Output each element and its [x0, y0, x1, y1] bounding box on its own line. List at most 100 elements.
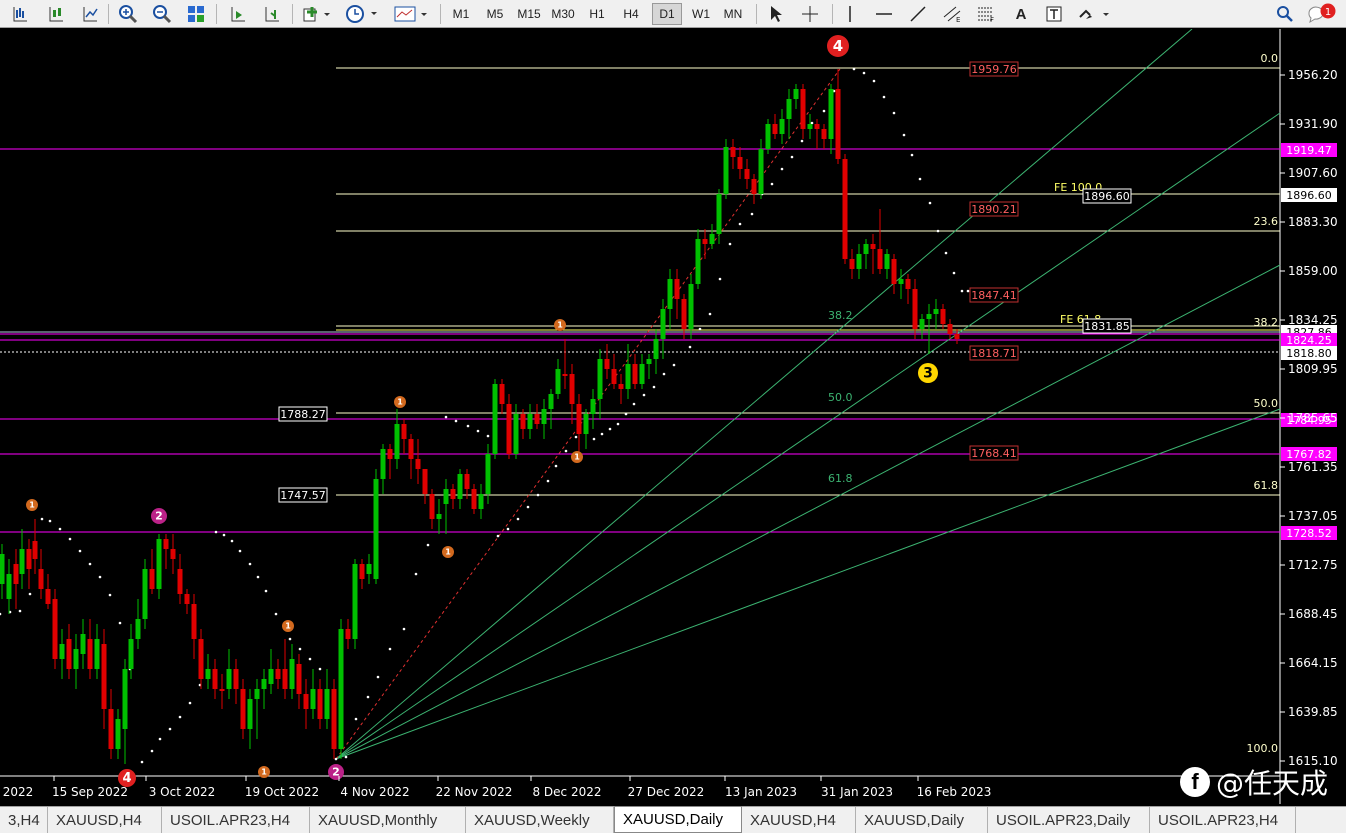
- psar-dot: [344, 755, 348, 759]
- chart-tab[interactable]: XAUUSD,Daily: [856, 807, 988, 833]
- timeframe-m30[interactable]: M30: [548, 3, 578, 25]
- vertical-line-icon[interactable]: [838, 3, 862, 25]
- psar-dot: [952, 271, 956, 275]
- chart-tab[interactable]: USOIL.APR23,H4: [162, 807, 310, 833]
- candle-body: [59, 644, 65, 659]
- candlestick-icon[interactable]: [44, 3, 68, 25]
- zoom-out-icon[interactable]: [150, 3, 174, 25]
- autoscroll-icon[interactable]: [226, 3, 250, 25]
- candle-body: [786, 99, 792, 119]
- search-icon[interactable]: [1274, 3, 1296, 25]
- chart-tab[interactable]: XAUUSD,Weekly: [466, 807, 614, 833]
- fibonacci-icon[interactable]: F: [974, 3, 998, 25]
- horizontal-line-icon[interactable]: [872, 3, 896, 25]
- candle-body: [583, 414, 589, 434]
- text-tool-icon[interactable]: A: [1010, 3, 1032, 25]
- timeframe-w1[interactable]: W1: [686, 3, 716, 25]
- psar-dot: [616, 422, 620, 426]
- chart-tab[interactable]: XAUUSD,H4: [742, 807, 856, 833]
- timeframe-m15[interactable]: M15: [514, 3, 544, 25]
- chart-tab[interactable]: XAUUSD,Monthly: [310, 807, 466, 833]
- candle-body: [94, 639, 100, 669]
- chart-tab-active[interactable]: XAUUSD,Daily: [614, 806, 742, 833]
- candle-body: [933, 309, 939, 314]
- price-box-label: 1788.27: [280, 408, 326, 421]
- chart-canvas[interactable]: 432211111114 0.023.638.250.061.8100.038.…: [0, 29, 1346, 804]
- psar-dot: [632, 402, 636, 406]
- zoom-in-icon[interactable]: [116, 3, 140, 25]
- candle-body: [842, 159, 848, 259]
- y-tick-label: 1931.90: [1288, 117, 1338, 131]
- psar-dot: [780, 167, 784, 171]
- equidistant-channel-icon[interactable]: E: [940, 3, 964, 25]
- y-tick-label: 1712.75: [1288, 558, 1338, 572]
- watermark-text: @任天成: [1216, 767, 1329, 800]
- svg-text:E: E: [956, 16, 960, 23]
- candle-body: [422, 469, 428, 494]
- candle-body: [891, 259, 897, 284]
- template-icon[interactable]: [392, 3, 430, 25]
- line-chart-icon[interactable]: [78, 3, 102, 25]
- x-tick-label: 19 Oct 2022: [245, 785, 319, 799]
- price-chart[interactable]: 432211111114 0.0 23.6 38.2 50.0 61.8 100.0 38.…: [0, 29, 1346, 804]
- psar-dot: [366, 695, 370, 699]
- candle-body: [38, 569, 44, 589]
- psar-dot: [862, 71, 866, 75]
- candle-body: [667, 279, 673, 309]
- wave-label: 1: [285, 622, 291, 631]
- text-label-icon[interactable]: [1042, 3, 1066, 25]
- notification-icon[interactable]: 1: [1306, 3, 1340, 25]
- candle-body: [555, 369, 561, 394]
- fib-fan-line: [335, 29, 1193, 760]
- timeframe-d1[interactable]: D1: [652, 3, 682, 25]
- red-price-box-label: 1959.76: [971, 63, 1017, 76]
- psar-dot: [554, 464, 558, 468]
- chart-shift-icon[interactable]: [260, 3, 284, 25]
- trendline-icon[interactable]: [906, 3, 930, 25]
- arrows-icon[interactable]: [1076, 3, 1112, 25]
- candle-body: [849, 259, 855, 269]
- timeframe-m5[interactable]: M5: [480, 3, 510, 25]
- fib-retracement-label: 0.0: [1261, 52, 1279, 65]
- candle-body: [548, 394, 554, 409]
- indicators-icon[interactable]: [300, 3, 334, 25]
- psar-dot: [318, 667, 322, 671]
- candle-body: [156, 539, 162, 589]
- psar-dot: [516, 517, 520, 521]
- psar-dot: [944, 251, 948, 255]
- timeframe-m1[interactable]: M1: [446, 3, 476, 25]
- x-tick-label: 3 Oct 2022: [149, 785, 216, 799]
- psar-dot: [536, 493, 540, 497]
- bar-chart-icon[interactable]: [8, 3, 32, 25]
- candle-body: [331, 689, 337, 749]
- candle-body: [730, 147, 736, 157]
- crosshair-icon[interactable]: [798, 3, 822, 25]
- psar-dot: [546, 479, 550, 483]
- candle-body: [520, 414, 526, 429]
- chart-tab[interactable]: USOIL.APR23,H4: [1150, 807, 1296, 833]
- timeframe-mn[interactable]: MN: [718, 3, 748, 25]
- candle-body: [366, 564, 372, 574]
- x-tick-label: 8 Dec 2022: [532, 785, 601, 799]
- x-tick-label: 2022: [3, 785, 34, 799]
- timeframe-h4[interactable]: H4: [616, 3, 646, 25]
- chart-tab[interactable]: 3,H4: [0, 807, 48, 833]
- candle-body: [128, 639, 134, 669]
- cursor-icon[interactable]: [764, 3, 788, 25]
- chart-tab[interactable]: XAUUSD,H4: [48, 807, 162, 833]
- candle-body: [541, 409, 547, 424]
- y-tick-label: 1883.30: [1288, 215, 1338, 229]
- timeframe-h1[interactable]: H1: [582, 3, 612, 25]
- clock-icon[interactable]: [344, 3, 380, 25]
- fib-retracement-label: 61.8: [1254, 479, 1279, 492]
- notification-count: 1: [1325, 7, 1331, 18]
- candle-body: [716, 194, 722, 234]
- tile-windows-icon[interactable]: [184, 3, 208, 25]
- y-tick-label: 1761.35: [1288, 460, 1338, 474]
- fib-fan-line: [335, 408, 1281, 760]
- psar-dot: [960, 289, 964, 293]
- x-tick-label: 27 Dec 2022: [628, 785, 705, 799]
- candle-body: [800, 89, 806, 129]
- wave-label: 1: [574, 453, 580, 462]
- chart-tab[interactable]: USOIL.APR23,Daily: [988, 807, 1150, 833]
